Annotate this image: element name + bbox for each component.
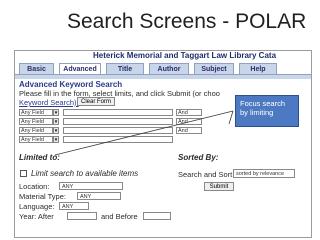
search-sort-label: Search and Sort: [178, 170, 235, 179]
language-select[interactable]: ANY [59, 202, 89, 210]
field-select[interactable]: Any Field [19, 136, 53, 143]
operator-select[interactable]: And [176, 118, 202, 125]
chevron-down-icon[interactable]: ▾ [53, 136, 59, 143]
tab-basic[interactable]: Basic [19, 63, 54, 74]
search-term-input[interactable] [63, 118, 173, 125]
tab-row: Basic Advanced Title Author Subject Help [15, 63, 311, 75]
clear-form-button[interactable]: Clear Form [77, 97, 115, 106]
catalog-screenshot: Heterick Memorial and Taggart Law Librar… [14, 50, 312, 238]
keyword-search-link[interactable]: Keyword Search). [19, 98, 79, 107]
operator-select[interactable]: And [176, 127, 202, 134]
year-before-input[interactable] [143, 212, 171, 220]
tab-title[interactable]: Title [106, 63, 144, 74]
field-select[interactable]: Any Field [19, 127, 53, 134]
search-term-input[interactable] [63, 109, 173, 116]
tab-subject[interactable]: Subject [194, 63, 234, 74]
year-after-label: Year: After [19, 212, 54, 221]
search-term-input[interactable] [63, 127, 173, 134]
field-select[interactable]: Any Field [19, 109, 53, 116]
material-type-select[interactable]: ANY [77, 192, 121, 200]
limits-heading: Limited to: [19, 153, 60, 162]
tab-author[interactable]: Author [149, 63, 189, 74]
operator-select[interactable]: And [176, 109, 202, 116]
form-heading: Advanced Keyword Search [19, 80, 123, 89]
available-items-checkbox[interactable] [20, 170, 27, 177]
callout-box: Focus search by limiting [235, 95, 299, 127]
chevron-down-icon[interactable]: ▾ [53, 127, 59, 134]
tab-help[interactable]: Help [239, 63, 277, 74]
sort-heading: Sorted By: [178, 153, 219, 162]
year-before-label: and Before [101, 212, 138, 221]
search-term-input[interactable] [63, 136, 173, 143]
chevron-down-icon[interactable]: ▾ [53, 118, 59, 125]
location-select[interactable]: ANY [59, 182, 123, 190]
field-select[interactable]: Any Field [19, 118, 53, 125]
location-label: Location: [19, 182, 50, 191]
available-items-label: Limit search to available items [31, 169, 139, 178]
sort-select[interactable]: sorted by relevance [233, 169, 295, 178]
form-instructions: Please fill in the form, select limits, … [19, 89, 220, 98]
tab-underline-bar [15, 74, 311, 79]
library-banner: Heterick Memorial and Taggart Law Librar… [93, 51, 277, 60]
slide-title: Search Screens - POLAR [67, 10, 307, 33]
material-type-label: Material Type: [19, 192, 66, 201]
submit-button[interactable]: Submit [204, 182, 234, 191]
chevron-down-icon[interactable]: ▾ [53, 109, 59, 116]
language-label: Language: [19, 202, 55, 211]
year-after-input[interactable] [67, 212, 97, 220]
